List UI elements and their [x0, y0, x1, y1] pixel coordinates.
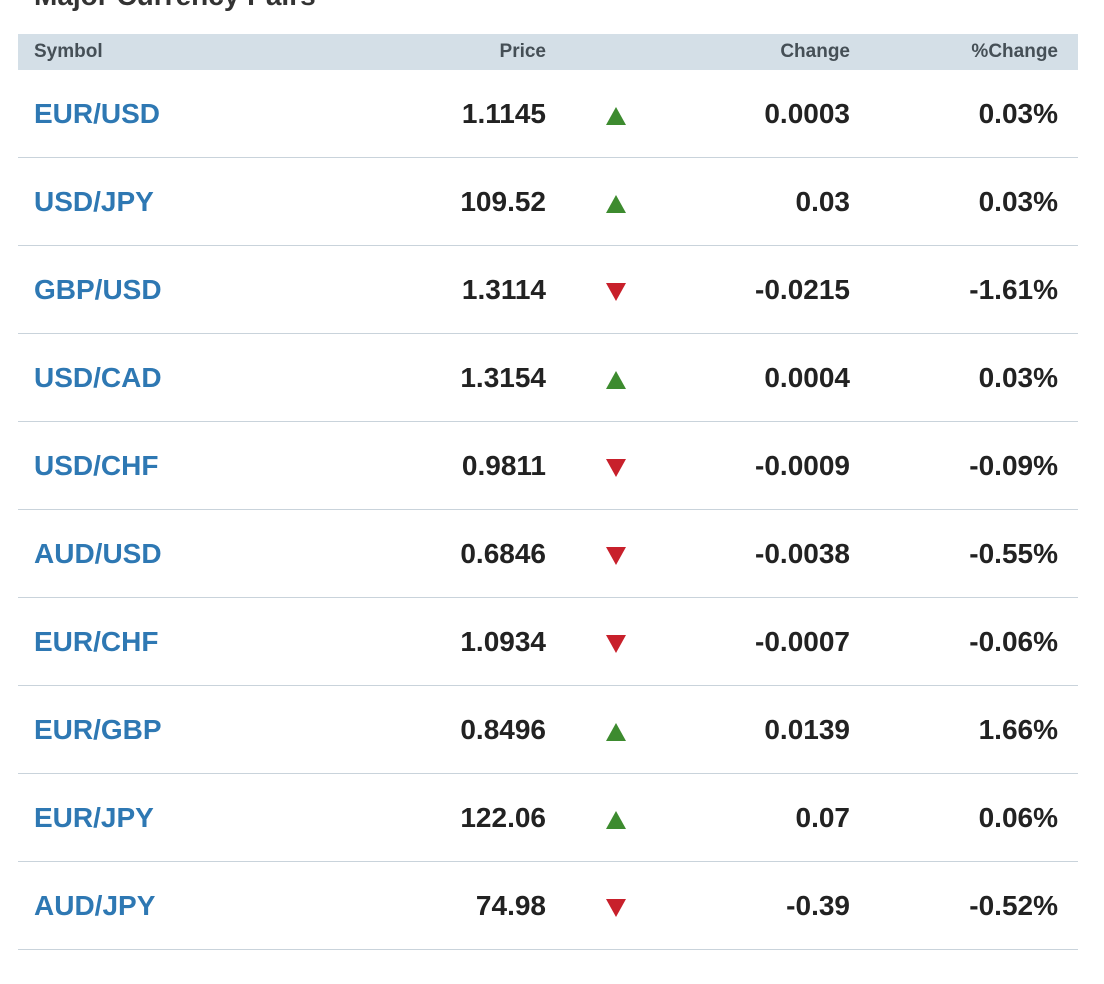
table-row: AUD/JPY 74.98 -0.39 -0.52%	[18, 862, 1078, 950]
pct-change-cell: -0.06%	[969, 625, 1058, 657]
pct-change-cell: -0.09%	[969, 449, 1058, 481]
pct-change-cell: 0.03%	[978, 97, 1058, 129]
table-row: USD/JPY 109.52 0.03 0.03%	[18, 158, 1078, 246]
triangle-up-icon	[606, 810, 626, 829]
table-row: GBP/USD 1.3114 -0.0215 -1.61%	[18, 246, 1078, 334]
pct-change-cell: -1.61%	[969, 273, 1058, 305]
price-cell: 0.9811	[461, 449, 546, 481]
triangle-up-icon	[606, 370, 626, 389]
symbol-link[interactable]: EUR/CHF	[34, 626, 158, 657]
symbol-link[interactable]: AUD/USD	[34, 538, 162, 569]
triangle-down-icon	[606, 898, 626, 917]
pct-change-cell: 0.03%	[978, 185, 1058, 217]
triangle-down-icon	[606, 546, 626, 565]
price-cell: 0.6846	[460, 537, 546, 569]
triangle-down-icon	[606, 634, 626, 653]
price-cell: 0.8496	[460, 713, 546, 745]
symbol-link[interactable]: AUD/JPY	[34, 890, 155, 921]
price-cell: 122.06	[460, 801, 546, 833]
pct-change-cell: 0.03%	[978, 361, 1058, 393]
header-spacer	[546, 52, 686, 53]
price-cell: 74.98	[475, 889, 546, 921]
change-cell: -0.39	[786, 889, 850, 921]
currency-quotes-page: Major Currency Pairs Symbol Price Change…	[0, 0, 1104, 984]
pct-change-cell: 0.06%	[978, 801, 1058, 833]
symbol-link[interactable]: USD/CHF	[34, 450, 158, 481]
symbol-link[interactable]: EUR/GBP	[34, 714, 162, 745]
section-title: Major Currency Pairs	[34, 0, 316, 10]
price-cell: 109.52	[460, 185, 546, 217]
triangle-up-icon	[606, 106, 626, 125]
table-row: AUD/USD 0.6846 -0.0038 -0.55%	[18, 510, 1078, 598]
symbol-link[interactable]: USD/JPY	[34, 186, 154, 217]
price-cell: 1.3114	[461, 273, 546, 305]
change-cell: 0.07	[795, 801, 851, 833]
change-cell: 0.03	[795, 185, 851, 217]
price-cell: 1.0934	[460, 625, 546, 657]
quotes-table: Symbol Price Change %Change EUR/USD 1.11…	[18, 34, 1078, 950]
header-pct-change: %Change	[971, 41, 1058, 62]
price-cell: 1.3154	[460, 361, 546, 393]
symbol-link[interactable]: USD/CAD	[34, 362, 162, 393]
table-row: USD/CAD 1.3154 0.0004 0.03%	[18, 334, 1078, 422]
table-row: EUR/CHF 1.0934 -0.0007 -0.06%	[18, 598, 1078, 686]
table-row: USD/CHF 0.9811 -0.0009 -0.09%	[18, 422, 1078, 510]
table-header: Symbol Price Change %Change	[18, 34, 1078, 70]
triangle-down-icon	[606, 282, 626, 301]
symbol-link[interactable]: GBP/USD	[34, 274, 162, 305]
change-cell: 0.0003	[764, 97, 850, 129]
triangle-down-icon	[606, 458, 626, 477]
symbol-link[interactable]: EUR/USD	[34, 98, 160, 129]
pct-change-cell: -0.52%	[969, 889, 1058, 921]
price-cell: 1.1145	[461, 97, 546, 129]
change-cell: -0.0215	[755, 273, 850, 305]
triangle-up-icon	[606, 722, 626, 741]
header-price: Price	[499, 41, 546, 62]
table-row: EUR/GBP 0.8496 0.0139 1.66%	[18, 686, 1078, 774]
triangle-up-icon	[606, 194, 626, 213]
pct-change-cell: 1.66%	[978, 713, 1058, 745]
table-row: EUR/JPY 122.06 0.07 0.06%	[18, 774, 1078, 862]
change-cell: -0.0009	[755, 449, 850, 481]
symbol-link[interactable]: EUR/JPY	[34, 802, 154, 833]
change-cell: 0.0139	[764, 713, 850, 745]
table-row: EUR/USD 1.1145 0.0003 0.03%	[18, 70, 1078, 158]
change-cell: -0.0038	[755, 537, 850, 569]
table-body: EUR/USD 1.1145 0.0003 0.03% USD/JPY 109.…	[18, 70, 1078, 950]
pct-change-cell: -0.55%	[969, 537, 1058, 569]
header-change: Change	[780, 41, 850, 62]
change-cell: -0.0007	[755, 625, 850, 657]
header-symbol: Symbol	[34, 41, 103, 62]
change-cell: 0.0004	[764, 361, 850, 393]
